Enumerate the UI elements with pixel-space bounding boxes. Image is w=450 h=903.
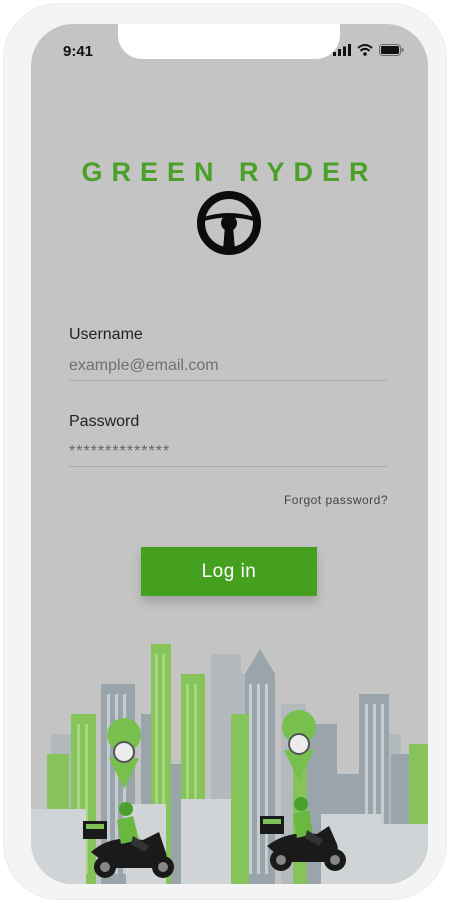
phone-frame: 9:41 GREEN RYDER Username example@email.…	[3, 3, 447, 900]
steering-wheel-icon	[197, 191, 261, 255]
notch	[118, 24, 340, 59]
status-time: 9:41	[63, 43, 94, 60]
battery-icon	[379, 44, 404, 56]
app-screen: 9:41 GREEN RYDER Username example@email.…	[31, 24, 428, 884]
wifi-icon	[357, 44, 373, 56]
username-label: Username	[69, 326, 143, 343]
signal-icon	[333, 44, 351, 56]
password-label: Password	[69, 413, 140, 430]
username-input[interactable]	[69, 352, 387, 381]
login-button[interactable]: Log in	[141, 547, 317, 596]
city-illustration	[31, 644, 428, 884]
status-icons	[333, 44, 404, 56]
forgot-password-link[interactable]: Forgot password?	[284, 493, 388, 507]
app-title: GREEN RYDER	[81, 157, 378, 187]
password-input[interactable]	[69, 438, 387, 467]
